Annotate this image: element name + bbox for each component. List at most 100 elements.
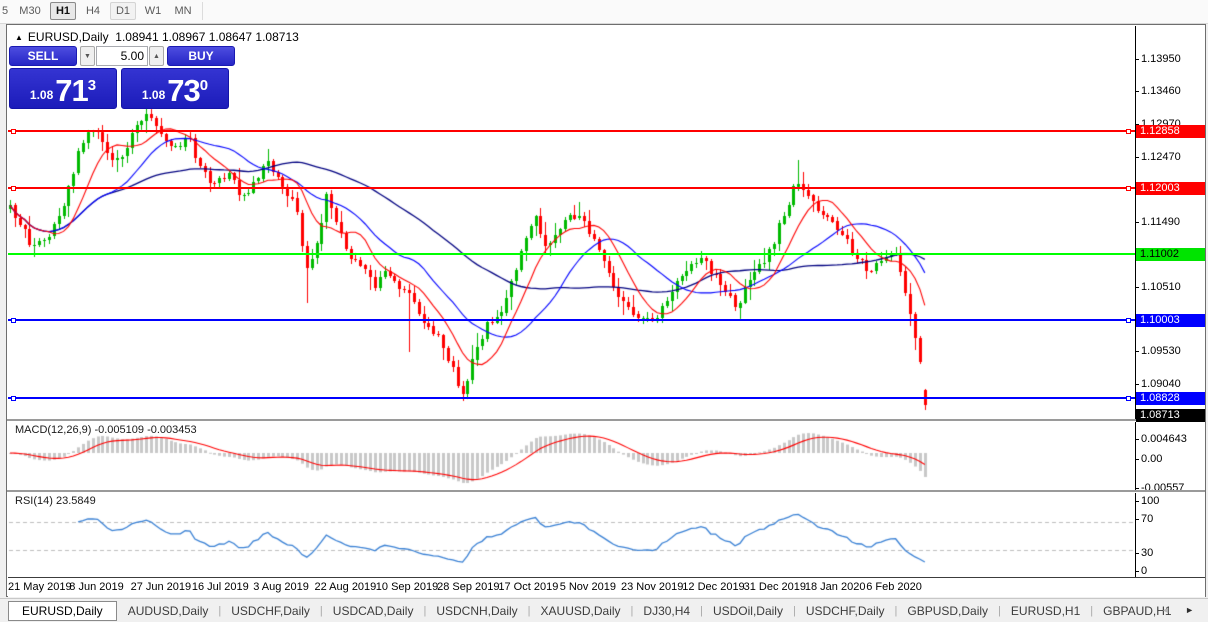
price-tick-mark: [1135, 384, 1139, 385]
date-label: 21 May 2019: [8, 581, 72, 593]
chart-tab-gbpusd-daily[interactable]: GBPUSD,Daily: [905, 602, 990, 620]
indicator-tick-label: 0.00: [1141, 453, 1163, 465]
mt4-window: 5 M30 H1 H4 D1 W1 MN ▲ EURUSD,Daily 1.08941 1.0…: [0, 0, 1208, 622]
chart-tab-usdcnh-daily[interactable]: USDCNH,Daily: [434, 602, 519, 620]
time-axis[interactable]: 21 May 2019 8 Jun 2019 27 Jun 2019 16 Jul 2…: [8, 577, 1205, 597]
price-tick-mark: [1135, 222, 1139, 223]
timeframe-button-d1[interactable]: D1: [110, 2, 136, 20]
line-handle[interactable]: [1126, 318, 1131, 323]
tab-separator: |: [527, 604, 531, 617]
indicator-tick-label: 0.004643: [1141, 433, 1187, 445]
horizontal-line-1.10003[interactable]: [8, 319, 1135, 321]
chart-ohlc-values: 1.08941 1.08967 1.08647 1.08713: [115, 30, 299, 44]
date-label: 17 Oct 2019: [498, 581, 559, 593]
volume-decrease-button[interactable]: ▼: [80, 46, 95, 66]
tab-scroll-left-icon[interactable]: ◄: [1161, 605, 1170, 615]
price-tick-label: 1.12470: [1141, 151, 1181, 163]
indicator-tick-mark: [1135, 459, 1139, 460]
price-axis-line: [1135, 26, 1136, 596]
rsi-label: RSI(14) 23.5849: [15, 495, 96, 507]
indicator-tick-mark: [1135, 571, 1139, 572]
date-label: 3 Aug 2019: [253, 581, 309, 593]
timeframe-button-m30[interactable]: M30: [14, 2, 46, 20]
price-level-badge: 1.08828: [1136, 392, 1205, 405]
timeframe-toolbar: 5 M30 H1 H4 D1 W1 MN: [0, 0, 1208, 24]
line-handle[interactable]: [1126, 129, 1131, 134]
date-label: 5 Nov 2019: [559, 581, 616, 593]
buy-price-pip: 0: [199, 77, 209, 94]
price-tick-label: 1.11490: [1141, 216, 1180, 228]
tab-scroll-right-icon[interactable]: ►: [1185, 605, 1194, 615]
horizontal-line-1.12003[interactable]: [8, 187, 1135, 189]
indicator-tick-mark: [1135, 519, 1139, 520]
indicator-tick-mark: [1135, 488, 1139, 489]
chart-tab-eurusd-daily[interactable]: EURUSD,Daily: [8, 600, 117, 621]
timeframe-button-5[interactable]: 5: [0, 2, 10, 20]
volume-spinner: ▼ ▲: [80, 46, 164, 66]
timeframe-button-h4[interactable]: H4: [80, 2, 106, 20]
chart-window: ▲ EURUSD,Daily 1.08941 1.08967 1.08647 1.…: [6, 24, 1206, 597]
buy-button[interactable]: BUY: [167, 46, 235, 66]
buy-price[interactable]: 1.08 73 0: [121, 68, 229, 109]
price-tick-mark: [1135, 351, 1139, 352]
chart-tab-bar: EURUSD,Daily AUDUSD,Daily | USDCHF,Daily | US…: [0, 598, 1208, 622]
chart-tab-usdchf-daily[interactable]: USDCHF,Daily: [804, 602, 887, 620]
indicator-tick-mark: [1135, 501, 1139, 502]
line-handle[interactable]: [11, 186, 16, 191]
chart-tab-dj30-h4[interactable]: DJ30,H4: [641, 602, 692, 620]
indicator-tick-mark: [1135, 553, 1139, 554]
buy-price-big: 73: [167, 73, 200, 108]
line-handle[interactable]: [1126, 396, 1131, 401]
tab-separator: |: [319, 604, 323, 617]
horizontal-line-1.08828[interactable]: [8, 397, 1135, 399]
volume-input[interactable]: [96, 46, 148, 66]
horizontal-line-1.12858[interactable]: [8, 130, 1135, 132]
indicator-tick-label: 70: [1141, 513, 1154, 525]
timeframe-button-mn[interactable]: MN: [170, 2, 196, 20]
horizontal-line-1.11002[interactable]: [8, 253, 1135, 255]
rsi-panel-separator[interactable]: [7, 490, 1205, 493]
tab-separator: |: [894, 604, 898, 617]
collapse-triangle-icon[interactable]: ▲: [15, 33, 23, 42]
chart-tab-audusd-daily[interactable]: AUDUSD,Daily: [126, 602, 211, 620]
trade-controls-row: SELL ▼ ▲ BUY: [9, 46, 235, 66]
price-tick-label: 1.10510: [1141, 281, 1181, 293]
indicator-tick-mark: [1135, 439, 1139, 440]
date-label: 27 Jun 2019: [130, 581, 192, 593]
price-tick-label: 1.13460: [1141, 85, 1181, 97]
tab-separator: |: [998, 604, 1001, 617]
price-level-badge: 1.10003: [1136, 314, 1205, 327]
tab-separator: |: [218, 604, 222, 617]
date-label: 12 Dec 2019: [682, 581, 745, 593]
tab-separator: |: [1090, 604, 1094, 617]
macd-panel-separator[interactable]: [7, 419, 1205, 422]
line-handle[interactable]: [11, 396, 16, 401]
line-handle[interactable]: [11, 318, 16, 323]
volume-increase-button[interactable]: ▲: [149, 46, 164, 66]
price-level-badge: 1.12858: [1136, 125, 1205, 138]
sell-price[interactable]: 1.08 71 3: [9, 68, 117, 109]
date-label: 28 Sep 2019: [437, 581, 500, 593]
price-tick-label: 1.13950: [1141, 53, 1181, 65]
chart-tab-xauusd-daily[interactable]: XAUUSD,Daily: [539, 602, 623, 620]
timeframe-button-h1[interactable]: H1: [50, 2, 76, 20]
price-tick-label: 1.09530: [1141, 345, 1181, 357]
timeframe-button-w1[interactable]: W1: [140, 2, 166, 20]
chart-tab-usdoil-daily[interactable]: USDOil,Daily: [711, 602, 785, 620]
rsi-panel-canvas[interactable]: [8, 492, 1135, 577]
price-level-badge: 1.11002: [1136, 248, 1205, 261]
date-label: 18 Jan 2020: [804, 581, 866, 593]
indicator-tick-label: 30: [1141, 547, 1154, 559]
price-tick-mark: [1135, 91, 1139, 92]
chart-tab-eurusd-h1[interactable]: EURUSD,H1: [1009, 602, 1082, 620]
chart-tab-usdcad-daily[interactable]: USDCAD,Daily: [331, 602, 416, 620]
chart-title: EURUSD,Daily: [27, 30, 109, 44]
sell-button[interactable]: SELL: [9, 46, 77, 66]
indicator-tick-label: -0.00557: [1141, 482, 1185, 494]
date-label: 6 Feb 2020: [866, 581, 922, 593]
line-handle[interactable]: [11, 129, 16, 134]
line-handle[interactable]: [1126, 186, 1131, 191]
buy-price-prefix: 1.08: [141, 88, 166, 102]
chart-tab-usdchf-daily[interactable]: USDCHF,Daily: [229, 602, 312, 620]
price-tick-mark: [1135, 287, 1139, 288]
